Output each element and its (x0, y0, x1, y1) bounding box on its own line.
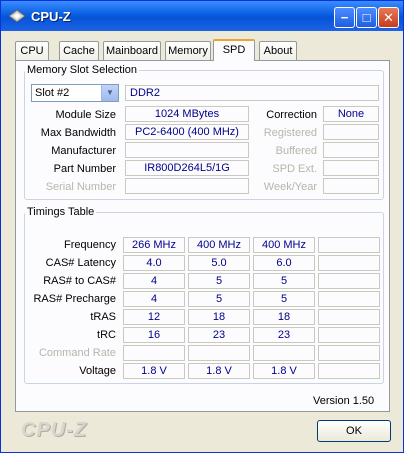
timings-legend: Timings Table (27, 206, 95, 218)
timing-label: Command Rate (38, 347, 116, 359)
registered-label: Registered (263, 127, 317, 139)
spd-ext-value (323, 160, 379, 176)
timing-cell: 400 MHz (253, 237, 315, 253)
timing-cell (318, 327, 380, 343)
timing-cell: 18 (188, 309, 250, 325)
timing-cell (318, 309, 380, 325)
tab-spd[interactable]: SPD (213, 39, 255, 61)
tab-about[interactable]: About (259, 41, 297, 60)
timing-cell (318, 237, 380, 253)
slot-select-value: Slot #2 (35, 87, 70, 99)
timing-cell: 18 (253, 309, 315, 325)
ok-button[interactable]: OK (317, 420, 391, 442)
timing-cell: 1.8 V (253, 363, 315, 379)
module-size-value: 1024 MBytes (125, 106, 249, 122)
correction-value: None (323, 106, 379, 122)
max-bandwidth-value: PC2-6400 (400 MHz) (125, 124, 249, 140)
timing-cell: 16 (123, 327, 185, 343)
timing-label: tRC (97, 329, 116, 341)
timing-cell: 5 (188, 291, 250, 307)
timing-cell: 266 MHz (123, 237, 185, 253)
tab-cpu[interactable]: CPU (15, 41, 49, 60)
timing-label: RAS# to CAS# (43, 275, 116, 287)
serial-number-value (125, 178, 249, 194)
timing-cell (318, 291, 380, 307)
memory-type-value: DDR2 (125, 85, 379, 101)
week-year-value (323, 178, 379, 194)
timing-cell (318, 363, 380, 379)
title-bar[interactable]: CPU-Z − □ ✕ (1, 1, 403, 31)
window-title: CPU-Z (31, 9, 71, 24)
timing-cell (318, 255, 380, 271)
timing-cell: 23 (253, 327, 315, 343)
timing-cell: 5 (188, 273, 250, 289)
timing-cell (318, 273, 380, 289)
close-button[interactable]: ✕ (378, 7, 399, 28)
correction-label: Correction (266, 109, 317, 121)
part-number-label: Part Number (53, 163, 116, 175)
minimize-button[interactable]: − (334, 7, 355, 28)
timing-cell: 23 (188, 327, 250, 343)
manufacturer-value (125, 142, 249, 158)
cpuz-app-icon (9, 10, 25, 22)
chevron-down-icon[interactable]: ▼ (101, 85, 118, 101)
timing-label: RAS# Precharge (33, 293, 116, 305)
timing-cell: 5 (253, 273, 315, 289)
buffered-value (323, 142, 379, 158)
timing-cell (318, 345, 380, 361)
timing-cell (253, 345, 315, 361)
tab-memory[interactable]: Memory (165, 41, 211, 60)
timing-cell: 5 (253, 291, 315, 307)
version-label: Version 1.50 (313, 395, 375, 407)
maximize-icon: □ (362, 10, 371, 25)
minimize-icon: − (340, 10, 349, 25)
memory-slot-group: Memory Slot Selection Slot #2 ▼ DDR2 Mod… (24, 64, 384, 200)
timing-label: Voltage (79, 365, 116, 377)
timing-label: CAS# Latency (45, 257, 116, 269)
spd-panel: Memory Slot Selection Slot #2 ▼ DDR2 Mod… (15, 60, 390, 412)
cpuz-window: CPU-Z − □ ✕ CPU Cache Mainboard Memory S… (0, 0, 404, 453)
timing-cell: 5.0 (188, 255, 250, 271)
part-number-value: IR800D264L5/1G (125, 160, 249, 176)
module-size-label: Module Size (55, 109, 116, 121)
manufacturer-label: Manufacturer (51, 145, 116, 157)
buffered-label: Buffered (275, 145, 317, 157)
week-year-label: Week/Year (263, 181, 317, 193)
maximize-button[interactable]: □ (356, 7, 377, 28)
timing-cell: 1.8 V (123, 363, 185, 379)
serial-number-label: Serial Number (45, 181, 116, 193)
close-icon: ✕ (383, 10, 394, 25)
timing-cell: 4.0 (123, 255, 185, 271)
timing-label: Frequency (64, 239, 116, 251)
timing-cell (123, 345, 185, 361)
memory-slot-legend: Memory Slot Selection (27, 64, 138, 76)
timing-label: tRAS (90, 311, 116, 323)
timing-cell: 1.8 V (188, 363, 250, 379)
registered-value (323, 124, 379, 140)
timing-cell: 4 (123, 273, 185, 289)
timing-cell: 4 (123, 291, 185, 307)
tab-mainboard[interactable]: Mainboard (103, 41, 161, 60)
timings-group: Timings Table Frequency 266 MHz 400 MHz … (24, 206, 384, 384)
timing-cell: 400 MHz (188, 237, 250, 253)
tab-cache[interactable]: Cache (59, 41, 99, 60)
spd-ext-label: SPD Ext. (272, 163, 317, 175)
timing-cell: 12 (123, 309, 185, 325)
timing-cell (188, 345, 250, 361)
max-bandwidth-label: Max Bandwidth (40, 127, 116, 139)
timing-cell: 6.0 (253, 255, 315, 271)
slot-select[interactable]: Slot #2 ▼ (31, 84, 119, 102)
cpuz-brand-logo: CPU-Z (21, 419, 88, 441)
